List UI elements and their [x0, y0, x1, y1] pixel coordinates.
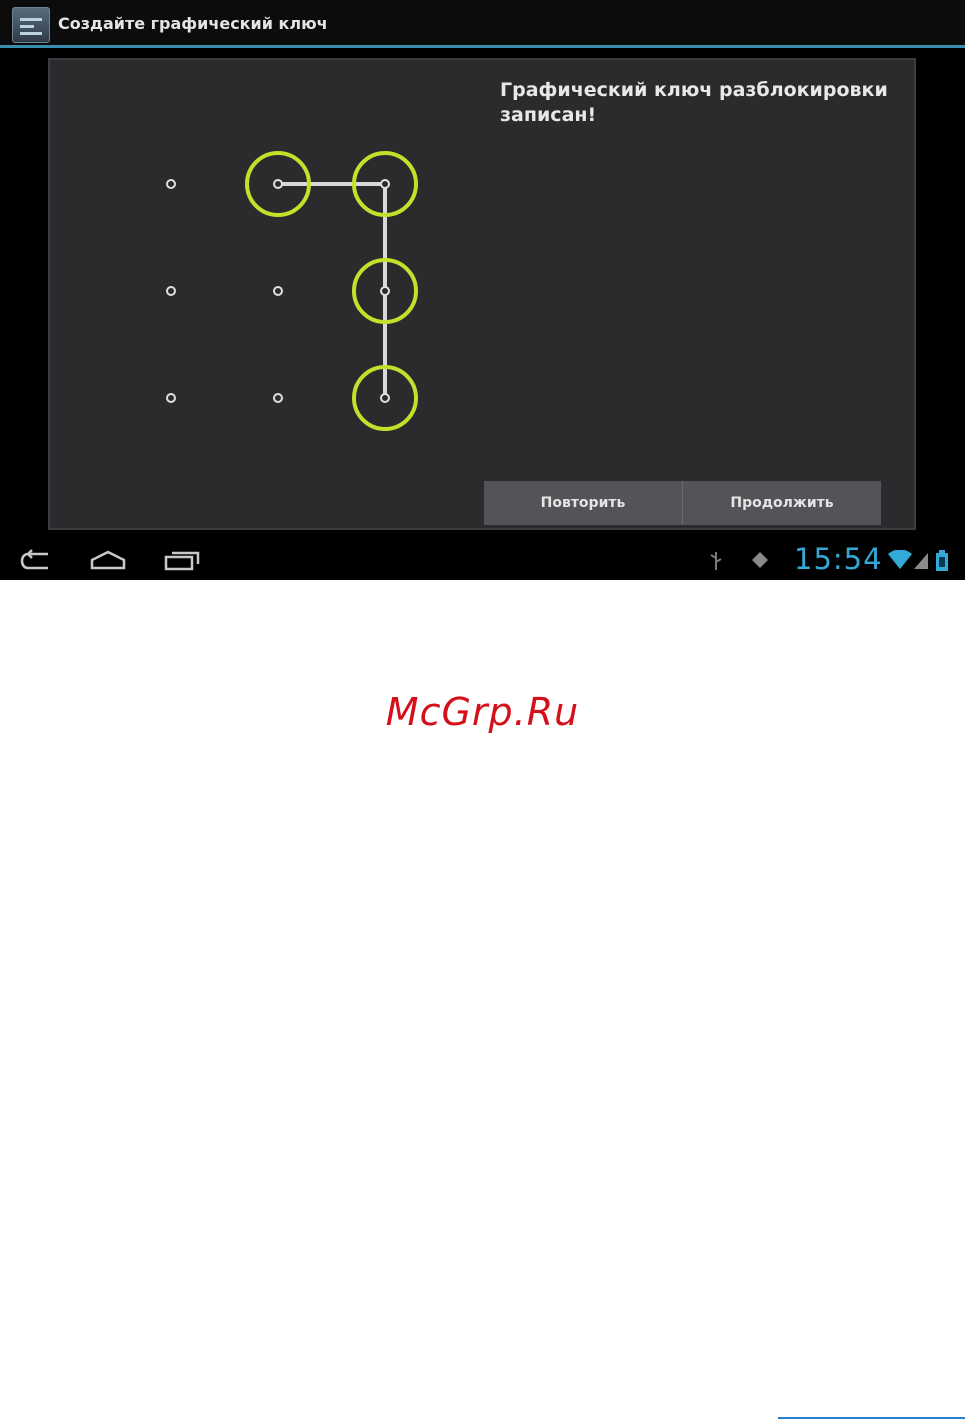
pattern-selected-rings: [245, 151, 418, 431]
retry-button[interactable]: Повторить: [484, 481, 682, 525]
recent-apps-icon[interactable]: [162, 548, 202, 572]
usb-icon: [710, 552, 722, 570]
pattern-dot[interactable]: [166, 179, 176, 189]
android-debug-icon: [752, 552, 768, 568]
continue-button[interactable]: Продолжить: [682, 481, 881, 525]
pattern-dot[interactable]: [273, 286, 283, 296]
device-screen: Создайте графический ключ Графический кл…: [0, 0, 965, 580]
pattern-recorded-message: Графический ключ разблокировки записан!: [500, 79, 888, 126]
pattern-path: [278, 182, 387, 398]
pattern-dot[interactable]: [273, 393, 283, 403]
pattern-dot[interactable]: [380, 179, 390, 189]
pattern-dot[interactable]: [166, 393, 176, 403]
system-navigation-bar: 15:54: [0, 540, 965, 580]
home-icon[interactable]: [88, 548, 128, 572]
back-icon[interactable]: [18, 548, 54, 572]
battery-icon: [936, 550, 948, 571]
signal-icon: [914, 553, 928, 569]
action-bar: Создайте графический ключ: [0, 0, 965, 48]
pattern-dot[interactable]: [380, 393, 390, 403]
pattern-dot[interactable]: [273, 179, 283, 189]
settings-app-icon[interactable]: [12, 7, 50, 43]
wifi-icon: [888, 550, 912, 569]
pattern-lock-grid[interactable]: [48, 58, 468, 530]
pattern-panel: Графический ключ разблокировки записан! …: [48, 58, 916, 530]
watermark-text: McGrp.Ru: [385, 690, 580, 734]
screen-title: Создайте графический ключ: [58, 14, 328, 33]
pattern-dot[interactable]: [166, 286, 176, 296]
button-bar: Повторить Продолжить: [484, 481, 881, 525]
pattern-dot[interactable]: [380, 286, 390, 296]
status-clock: 15:54: [794, 542, 883, 576]
